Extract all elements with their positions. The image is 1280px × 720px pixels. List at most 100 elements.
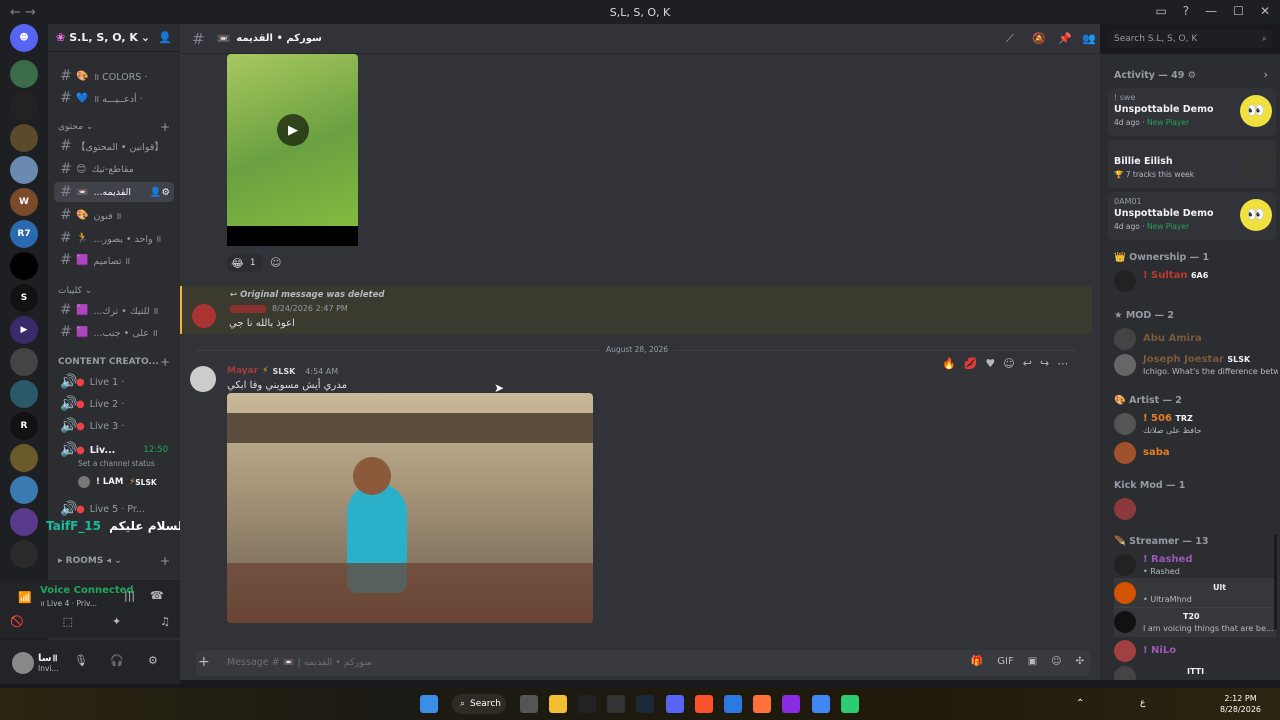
inbox-icon[interactable]: ▭ — [1155, 4, 1166, 18]
category-creators[interactable]: CONTENT CREATO... — [58, 357, 159, 367]
threads-icon[interactable]: ⟋ — [1006, 32, 1014, 46]
settings-icon[interactable]: 👤⚙ — [150, 187, 170, 198]
mute-icon[interactable]: 🔕 — [1032, 32, 1046, 45]
clock[interactable]: 2:12 PM 8/28/2026 — [1220, 693, 1261, 715]
file-explorer-icon[interactable] — [549, 695, 567, 713]
reply-reference[interactable]: ↩ Original message was deleted — [230, 290, 384, 300]
voice-live-3[interactable]: 🔊 ● Live 3 · — [54, 416, 174, 436]
home-discord-icon[interactable]: ☻ — [10, 24, 38, 52]
server-icon[interactable]: W — [10, 188, 38, 216]
more-icon[interactable]: ⋯ — [1057, 357, 1068, 370]
language-indicator[interactable]: ع — [1140, 698, 1145, 708]
member-item[interactable]: T20 I am voicing things that are be... — [1114, 607, 1276, 637]
add-member-icon[interactable]: 👤 — [158, 31, 172, 44]
app-icon[interactable] — [607, 695, 625, 713]
app-icon[interactable] — [782, 695, 800, 713]
video-attachment[interactable]: ▶ — [227, 54, 358, 246]
channel-tiktok-turk[interactable]: # 🟪 ...للتيك • ترك ॥ — [54, 300, 174, 320]
pin-icon[interactable]: 📌 — [1058, 32, 1072, 45]
category-rooms[interactable]: ▸ ROOMS ◂ ⌄ — [58, 556, 122, 566]
member-item[interactable]: Joseph Joestar SLSK Ichigo. What's the d… — [1114, 350, 1278, 380]
chevron-right-icon[interactable]: › — [1264, 68, 1268, 81]
message-input[interactable]: Message # 📼 | سوركم • القديمه — [227, 657, 372, 668]
search-input[interactable]: Search S.L, S, O, K ⌕ — [1108, 30, 1272, 48]
server-icon[interactable] — [10, 444, 38, 472]
nav-arrows[interactable]: ← → — [10, 5, 36, 20]
reply-icon[interactable]: ↩ — [1023, 357, 1032, 370]
activity-card[interactable]: 0AM01 Unspottable Demo 4d ago · New Play… — [1108, 192, 1276, 240]
mic-icon[interactable]: 🎙 — [74, 654, 88, 667]
channel-photographer[interactable]: # 🏃 ...واحد • يصور ॥ — [54, 228, 174, 248]
image-attachment[interactable] — [227, 393, 593, 623]
add-channel-icon[interactable]: + — [160, 355, 170, 369]
steam-icon[interactable] — [636, 695, 654, 713]
avatar[interactable] — [12, 652, 34, 674]
server-icon[interactable]: R — [10, 412, 38, 440]
gift-icon[interactable]: 🎁 — [971, 656, 983, 667]
server-icon[interactable] — [10, 540, 38, 568]
channel-tiktok[interactable]: # 😊 مقاطع-تيك — [54, 159, 174, 179]
server-icon[interactable] — [10, 156, 38, 184]
help-icon[interactable]: ? — [1183, 4, 1189, 18]
tray-chevron-icon[interactable]: ⌃ — [1076, 698, 1084, 709]
activity-card[interactable]: ! swe Unspottable Demo 4d ago · New Play… — [1108, 88, 1276, 136]
message-composer[interactable]: + Message # 📼 | سوركم • القديمه 🎁 GIF ▣ … — [196, 650, 1090, 676]
reaction-chip[interactable]: 😂 1 — [227, 254, 263, 272]
heart-icon[interactable]: ♥ — [985, 357, 995, 370]
noise-icon[interactable]: ||| — [124, 589, 135, 602]
member-item[interactable]: ITTI — [1114, 662, 1276, 680]
close-button[interactable]: ✕ — [1260, 4, 1270, 18]
member-item[interactable]: ! 506 TRZ حافظ على صلاتك — [1114, 409, 1276, 439]
gear-icon[interactable]: ⚙ — [148, 654, 158, 667]
member-item[interactable] — [1114, 494, 1276, 524]
channel-rules[interactable]: # 【قوانين • المحتوى】 — [54, 136, 174, 156]
soundboard-icon[interactable]: ♫ — [160, 615, 170, 628]
taskbar-search[interactable]: ⌕ Search — [452, 694, 506, 714]
category-clips[interactable]: كليبات ⌄ — [58, 286, 92, 296]
voice-live-1[interactable]: 🔊 ● Live 1 · — [54, 372, 174, 392]
server-icon[interactable]: R7 — [10, 220, 38, 248]
firefox-icon[interactable] — [753, 695, 771, 713]
plus-icon[interactable]: + — [198, 654, 210, 670]
gif-icon[interactable]: GIF — [997, 656, 1013, 667]
channel-side[interactable]: # 🟪 ...على • جنب ॥ — [54, 322, 174, 342]
server-icon[interactable] — [10, 92, 38, 120]
maximize-button[interactable]: ☐ — [1233, 4, 1244, 18]
headset-icon[interactable]: 🎧 — [110, 654, 124, 667]
scrollbar[interactable] — [1274, 534, 1277, 630]
discord-icon[interactable] — [666, 695, 684, 713]
server-icon[interactable] — [10, 252, 38, 280]
channel-colors[interactable]: # 🎨 ॥ COLORS · — [54, 66, 174, 86]
lips-emoji-icon[interactable]: 💋 — [964, 357, 978, 370]
server-icon[interactable] — [10, 508, 38, 536]
app-icon[interactable] — [724, 695, 742, 713]
server-icon[interactable] — [10, 476, 38, 504]
brave-icon[interactable] — [695, 695, 713, 713]
channel-duas[interactable]: # 💙 ॥ أدعــيـــه · — [54, 88, 174, 108]
minimize-button[interactable]: — — [1205, 4, 1217, 18]
category-content[interactable]: محتوى ⌄ — [58, 122, 93, 132]
activity-card[interactable]: Billie Eilish 🏆 7 tracks this week — [1108, 140, 1276, 188]
server-icon[interactable]: S — [10, 284, 38, 312]
voice-live-4[interactable]: 🔊 ● Liv... 12:50 — [54, 440, 174, 460]
member-item[interactable]: ! Rashed • Rashed — [1114, 550, 1276, 580]
avatar[interactable] — [192, 304, 216, 328]
widgets-icon[interactable] — [520, 695, 538, 713]
voice-live-2[interactable]: 🔊 ● Live 2 · — [54, 394, 174, 414]
username-redacted[interactable] — [230, 305, 266, 313]
camera-off-icon[interactable]: 🚫 — [10, 615, 24, 628]
highlighted-message[interactable]: ↩ Original message was deleted 8/24/2026… — [180, 286, 1092, 334]
voice-user[interactable]: ! LAM ⚡ SLSK — [78, 474, 174, 490]
avatar[interactable] — [190, 366, 216, 392]
voice-channel-name[interactable]: ॥ Live 4 · Priv... — [40, 599, 97, 609]
disconnect-icon[interactable]: ☎ — [150, 589, 164, 602]
server-icon[interactable] — [10, 124, 38, 152]
server-icon[interactable]: ▶ — [10, 316, 38, 344]
emoji-icon[interactable]: ☺ — [1051, 656, 1061, 667]
forward-icon[interactable]: ↪ — [1040, 357, 1049, 370]
windows-start-icon[interactable] — [420, 695, 438, 713]
app-icon[interactable] — [841, 695, 859, 713]
members-icon[interactable]: 👥 — [1082, 32, 1096, 45]
member-item[interactable]: saba — [1114, 438, 1276, 468]
play-icon[interactable]: ▶ — [277, 114, 309, 146]
